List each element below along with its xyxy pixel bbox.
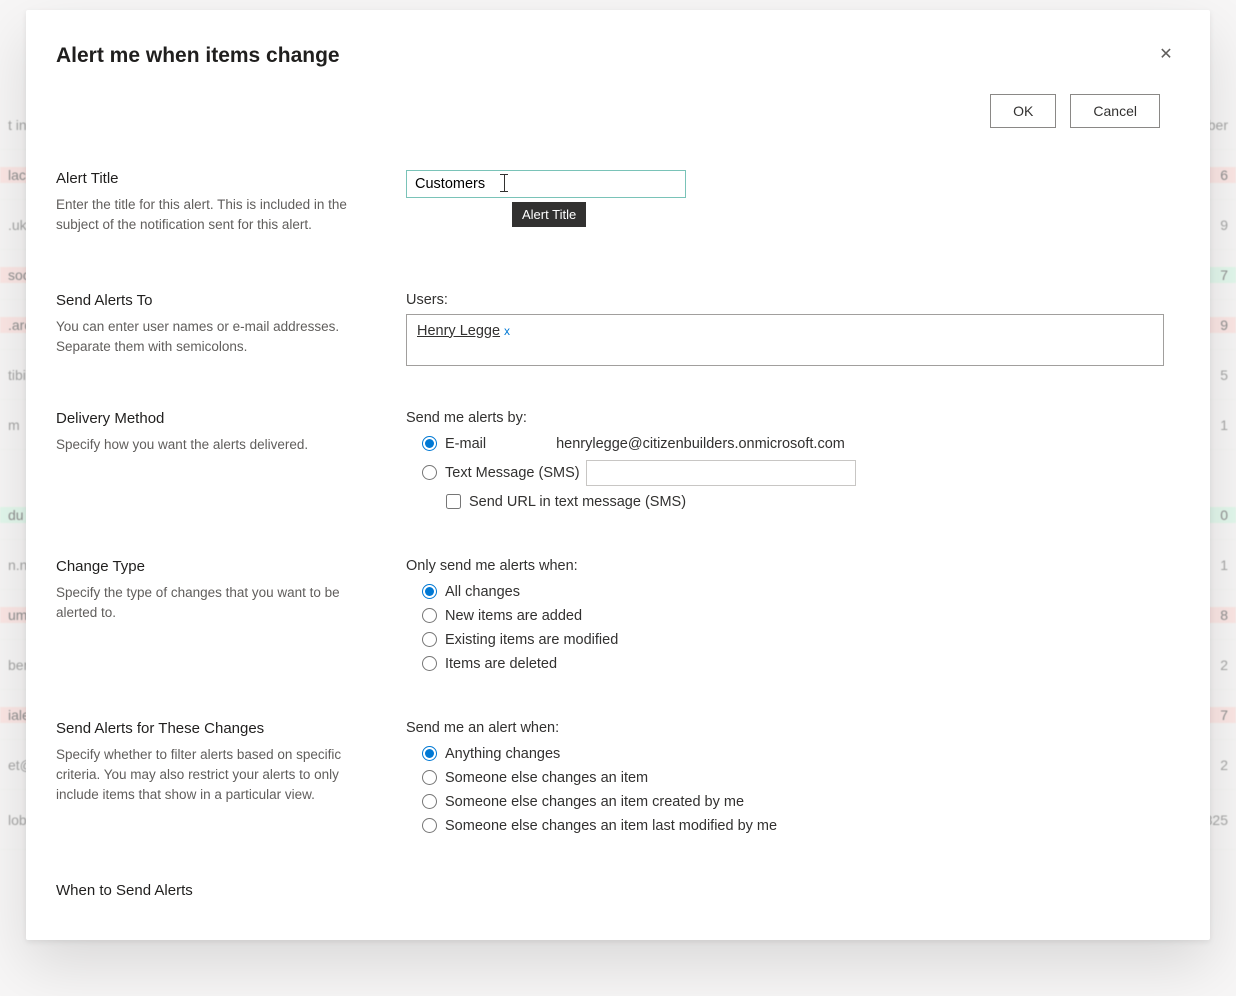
cf-else-label: Someone else changes an item (445, 770, 648, 786)
change-type-lead: Only send me alerts when: (406, 558, 1164, 574)
cf-else-mod-row[interactable]: Someone else changes an item last modifi… (406, 814, 1164, 838)
users-people-picker[interactable]: Henry Legge x (406, 314, 1164, 366)
person-name: Henry Legge (417, 323, 500, 339)
ct-new-row[interactable]: New items are added (406, 604, 1164, 628)
delivery-label: Delivery Method (56, 410, 376, 427)
delivery-sms-url-label: Send URL in text message (SMS) (469, 494, 686, 510)
ok-button[interactable]: OK (990, 94, 1056, 128)
ct-new-radio[interactable] (422, 608, 437, 623)
delivery-sms-url-row[interactable]: Send URL in text message (SMS) (406, 490, 1164, 514)
ct-del-radio[interactable] (422, 656, 437, 671)
cf-else-mod-label: Someone else changes an item last modifi… (445, 818, 777, 834)
ct-mod-radio[interactable] (422, 632, 437, 647)
delivery-email-row[interactable]: E-mail henrylegge@citizenbuilders.onmicr… (406, 432, 1164, 456)
changes-filter-label: Send Alerts for These Changes (56, 720, 376, 737)
ct-del-label: Items are deleted (445, 656, 557, 672)
close-button[interactable]: ✕ (1150, 38, 1182, 70)
section-when: When to Send Alerts (56, 846, 1164, 915)
delivery-sms-label: Text Message (SMS) (445, 465, 580, 481)
delivery-desc: Specify how you want the alerts delivere… (56, 435, 356, 455)
when-label: When to Send Alerts (56, 882, 376, 899)
send-to-label: Send Alerts To (56, 292, 376, 309)
alert-dialog: ✕ Alert me when items change OK Cancel A… (26, 10, 1210, 940)
cf-any-radio[interactable] (422, 746, 437, 761)
cf-else-radio[interactable] (422, 770, 437, 785)
ct-all-label: All changes (445, 584, 520, 600)
section-changes-filter: Send Alerts for These Changes Specify wh… (56, 684, 1164, 846)
ct-all-row[interactable]: All changes (406, 580, 1164, 604)
section-send-to: Send Alerts To You can enter user names … (56, 244, 1164, 374)
remove-person-icon[interactable]: x (504, 324, 510, 338)
dialog-title: Alert me when items change (56, 44, 1180, 68)
ct-mod-label: Existing items are modified (445, 632, 618, 648)
delivery-sms-input[interactable] (586, 460, 856, 486)
close-icon: ✕ (1159, 44, 1172, 64)
cf-else-mine-radio[interactable] (422, 794, 437, 809)
ct-all-radio[interactable] (422, 584, 437, 599)
cancel-button[interactable]: Cancel (1070, 94, 1160, 128)
changes-filter-desc: Specify whether to filter alerts based o… (56, 745, 356, 806)
section-change-type: Change Type Specify the type of changes … (56, 522, 1164, 684)
alert-title-desc: Enter the title for this alert. This is … (56, 195, 356, 236)
delivery-lead: Send me alerts by: (406, 410, 1164, 426)
cf-any-row[interactable]: Anything changes (406, 742, 1164, 766)
delivery-sms-radio[interactable] (422, 465, 437, 480)
section-alert-title: Alert Title Enter the title for this ale… (56, 146, 1164, 244)
cf-else-mod-radio[interactable] (422, 818, 437, 833)
delivery-email-radio[interactable] (422, 436, 437, 451)
change-type-label: Change Type (56, 558, 376, 575)
change-type-desc: Specify the type of changes that you wan… (56, 583, 356, 624)
person-chip: Henry Legge x (417, 323, 510, 339)
cf-else-row[interactable]: Someone else changes an item (406, 766, 1164, 790)
cf-any-label: Anything changes (445, 746, 560, 762)
cf-else-mine-label: Someone else changes an item created by … (445, 794, 744, 810)
delivery-email-address: henrylegge@citizenbuilders.onmicrosoft.c… (556, 436, 845, 452)
users-label: Users: (406, 292, 1164, 308)
alert-title-input[interactable] (406, 170, 686, 198)
ct-del-row[interactable]: Items are deleted (406, 652, 1164, 676)
ct-mod-row[interactable]: Existing items are modified (406, 628, 1164, 652)
section-delivery: Delivery Method Specify how you want the… (56, 374, 1164, 522)
delivery-email-label: E-mail (445, 436, 486, 452)
alert-title-label: Alert Title (56, 170, 376, 187)
delivery-sms-url-checkbox[interactable] (446, 494, 461, 509)
send-to-desc: You can enter user names or e-mail addre… (56, 317, 356, 358)
cf-else-mine-row[interactable]: Someone else changes an item created by … (406, 790, 1164, 814)
ct-new-label: New items are added (445, 608, 582, 624)
delivery-sms-row[interactable]: Text Message (SMS) (406, 456, 1164, 490)
dialog-scroll-area[interactable]: OK Cancel Alert Title Enter the title fo… (56, 90, 1170, 940)
tooltip-alert-title: Alert Title (512, 202, 586, 227)
changes-filter-lead: Send me an alert when: (406, 720, 1164, 736)
